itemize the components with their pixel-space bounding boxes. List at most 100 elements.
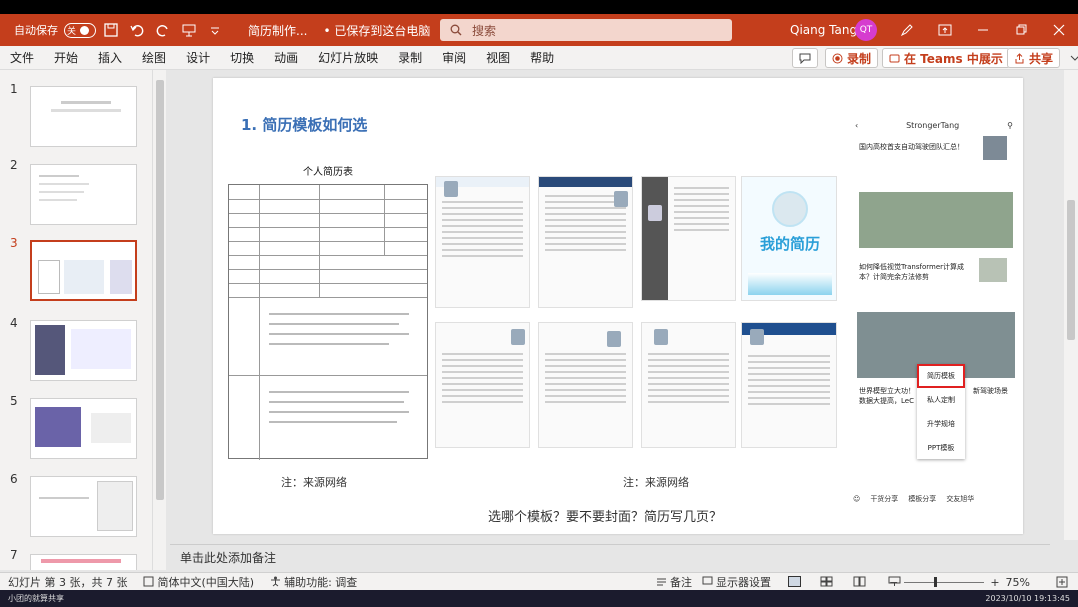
slide-thumbnail-4[interactable] — [30, 320, 137, 381]
display-settings-button[interactable]: 显示器设置 — [694, 574, 779, 590]
record-button[interactable]: 录制 — [825, 48, 879, 68]
notes-button-label: 备注 — [670, 575, 692, 589]
slide-bottom-question[interactable]: 选哪个模板？要不要封面？简历写几页？ — [488, 506, 722, 525]
resume-template-preview[interactable] — [538, 322, 633, 448]
teams-icon — [889, 54, 900, 62]
slide-title[interactable]: 1. 简历模板如何选 — [241, 114, 367, 135]
popup-item-study[interactable]: 升学规培 — [917, 412, 965, 436]
document-title[interactable]: 简历制作... — [248, 14, 307, 46]
comments-button[interactable] — [792, 48, 818, 68]
tab-transitions[interactable]: 切换 — [220, 46, 264, 70]
thumbnail-number: 4 — [10, 316, 18, 330]
slide-thumbnail-5[interactable] — [30, 398, 137, 459]
spelling-status[interactable]: 简体中文(中国大陆) — [135, 574, 262, 590]
panel-footer-item[interactable]: 干货分享 — [870, 494, 898, 504]
zoom-slider-thumb[interactable] — [934, 576, 938, 587]
user-name[interactable]: Qiang Tang — [790, 14, 857, 46]
slide-thumbnail-7[interactable] — [30, 554, 137, 570]
tab-view[interactable]: 视图 — [476, 46, 520, 70]
avatar[interactable]: QT — [855, 19, 877, 41]
tab-file[interactable]: 文件 — [0, 46, 44, 70]
comment-icon — [799, 53, 811, 64]
close-icon[interactable] — [1040, 14, 1078, 46]
reading-view-icon[interactable] — [845, 576, 874, 587]
minimize-icon[interactable] — [964, 14, 1002, 46]
ribbon-options-icon[interactable] — [1064, 47, 1078, 69]
share-app-label[interactable]: 小团的就算共享 — [8, 593, 64, 604]
tab-design[interactable]: 设计 — [176, 46, 220, 70]
present-in-teams-button[interactable]: 在 Teams 中展示 — [882, 48, 1010, 68]
news-banner-image — [859, 192, 1013, 248]
zoom-control[interactable]: − + 75% — [889, 573, 1030, 591]
tab-slideshow[interactable]: 幻灯片放映 — [308, 46, 388, 70]
panel-footer-item[interactable]: 交友旭华 — [946, 494, 974, 504]
resume-template-preview[interactable] — [435, 176, 530, 308]
search-box[interactable]: 搜索 — [440, 19, 732, 41]
share-label: 共享 — [1029, 51, 1054, 66]
popup-item-resume-template[interactable]: 简历模板 — [917, 364, 965, 388]
restore-icon[interactable] — [1002, 14, 1040, 46]
tab-review[interactable]: 审阅 — [432, 46, 476, 70]
tab-home[interactable]: 开始 — [44, 46, 88, 70]
zoom-in-icon[interactable]: + — [990, 576, 999, 589]
emoji-icon: ☺ — [853, 495, 861, 503]
panel-news-1: 国内高校首支自动驾驶团队汇总！ — [859, 143, 964, 151]
thumbnail-scrollbar[interactable] — [152, 70, 166, 570]
tab-insert[interactable]: 插入 — [88, 46, 132, 70]
panel-popup-menu[interactable]: 简历模板 私人定制 升学规培 PPT模板 — [917, 364, 965, 459]
slide-thumbnail-6[interactable] — [30, 476, 137, 537]
tab-record[interactable]: 录制 — [388, 46, 432, 70]
tab-draw[interactable]: 绘图 — [132, 46, 176, 70]
resume-template-preview[interactable] — [641, 176, 736, 301]
zoom-level[interactable]: 75% — [1006, 576, 1030, 589]
resume-template-preview[interactable] — [435, 322, 530, 448]
slide-sorter-icon[interactable] — [812, 576, 841, 587]
slide-thumbnail-1[interactable] — [30, 86, 137, 147]
accessibility-status[interactable]: 辅助功能: 调查 — [262, 574, 365, 590]
present-icon[interactable] — [178, 19, 200, 41]
ribbon-tabs: 文件 开始 插入 绘图 设计 切换 动画 幻灯片放映 录制 审阅 视图 帮助 录… — [0, 46, 1078, 70]
search-icon — [450, 24, 462, 36]
save-icon[interactable] — [100, 19, 122, 41]
display-settings-label: 显示器设置 — [716, 575, 771, 589]
customize-quick-access-icon[interactable] — [204, 19, 226, 41]
normal-view-icon[interactable] — [780, 576, 809, 587]
resume-table-image[interactable]: 个人简历表 — [228, 163, 428, 460]
resume-template-preview-cute[interactable]: 我的简历 — [741, 176, 837, 301]
slide-thumbnail-2[interactable] — [30, 164, 137, 225]
autosave-toggle[interactable]: 关 — [64, 22, 96, 38]
notes-button[interactable]: 备注 — [648, 574, 700, 590]
pen-icon[interactable] — [888, 14, 926, 46]
zoom-slider[interactable] — [904, 576, 985, 587]
resume-template-preview[interactable] — [538, 176, 633, 308]
resume-template-preview[interactable] — [641, 322, 736, 448]
popup-item-custom[interactable]: 私人定制 — [917, 388, 965, 412]
clock: 2023/10/10 19:13:45 — [985, 594, 1070, 603]
thumbnail-number-active: 3 — [10, 236, 18, 250]
news-thumbnail — [983, 136, 1007, 160]
fit-to-window-icon[interactable] — [1048, 576, 1076, 588]
autosave-label: 自动保存 — [14, 24, 58, 37]
tab-help[interactable]: 帮助 — [520, 46, 564, 70]
resume-template-preview[interactable] — [741, 322, 837, 448]
slide-thumbnail-pane[interactable]: 1 2 3 4 5 6 7 — [0, 70, 152, 570]
save-status[interactable]: • 已保存到这台电脑 — [323, 14, 430, 46]
popup-item-ppt[interactable]: PPT模板 — [917, 436, 965, 460]
panel-footer-item[interactable]: 模板分享 — [908, 494, 936, 504]
slide-canvas[interactable]: 1. 简历模板如何选 个人简历表 我的简历 注：来源网络 注：来源网络 选哪个模… — [213, 78, 1023, 534]
ribbon-display-icon[interactable] — [926, 14, 964, 46]
undo-icon[interactable] — [126, 19, 148, 41]
notes-pane[interactable]: 单击此处添加备注 — [170, 544, 1050, 570]
slide-scrollbar[interactable] — [1064, 70, 1078, 540]
thumbnail-scrollbar-thumb[interactable] — [156, 80, 164, 500]
tab-animations[interactable]: 动画 — [264, 46, 308, 70]
work-area: 1 2 3 4 5 6 7 1. 简历模板如何选 个人简历表 我的简历 注：来源… — [0, 70, 1078, 572]
slide-thumbnail-3[interactable] — [30, 240, 137, 301]
record-icon — [832, 53, 843, 63]
redo-icon[interactable] — [152, 19, 174, 41]
panel-footer: ☺ 干货分享 模板分享 交友旭华 — [853, 492, 1015, 506]
share-button[interactable]: 共享 — [1007, 48, 1061, 68]
zoom-out-icon[interactable]: − — [889, 576, 898, 589]
thumbnail-number: 5 — [10, 394, 18, 408]
slide-scrollbar-thumb[interactable] — [1067, 200, 1075, 340]
